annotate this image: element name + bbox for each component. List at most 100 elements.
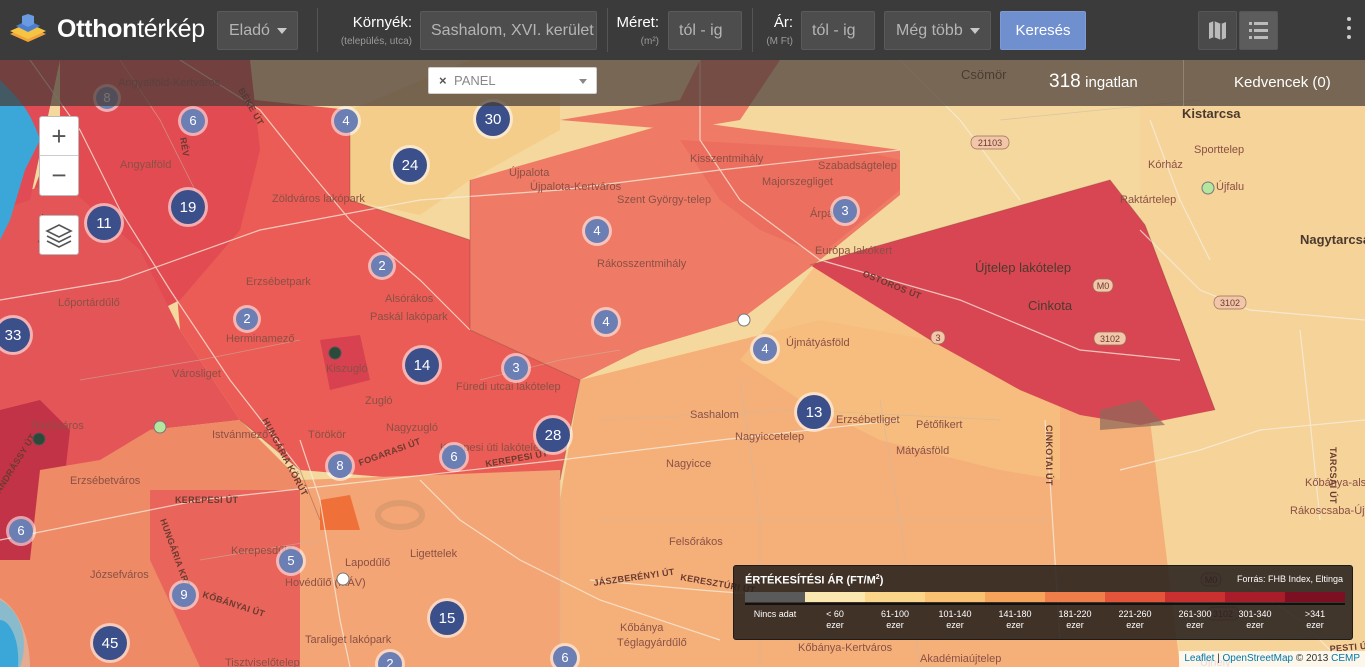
cluster-count: 2 xyxy=(386,656,393,667)
price-sublabel: (M Ft) xyxy=(766,36,793,47)
place-label: Nagyicce xyxy=(666,458,711,470)
marker-pin[interactable] xyxy=(32,432,46,446)
place-label: Újpalota-Kertváros xyxy=(530,180,622,193)
road-number: M0 xyxy=(1097,281,1110,291)
legend-label-range: 221-260 xyxy=(1118,609,1152,619)
listing-cluster[interactable]: 24 xyxy=(390,145,430,185)
place-label: Istvánmező xyxy=(212,429,268,441)
favorites-link[interactable]: Kedvencek (0) xyxy=(1234,74,1331,91)
cluster-count: 3 xyxy=(841,203,848,218)
price-legend: ÉRTÉKESÍTÉSI ÁR (FT/M2) Forrás: FHB Inde… xyxy=(733,565,1353,640)
place-label: Újtelep lakótelep xyxy=(975,260,1071,275)
place-label: Kistarcsa xyxy=(1182,106,1241,121)
menu-kebab-icon[interactable] xyxy=(1344,17,1354,45)
listing-cluster[interactable]: 14 xyxy=(402,345,442,385)
price-input[interactable] xyxy=(801,11,875,50)
place-label: Füredi utcai lakótelep xyxy=(456,381,561,393)
legend-swatch xyxy=(1225,592,1285,602)
listing-cluster[interactable]: 28 xyxy=(533,415,573,455)
place-label: Erzsébetliget xyxy=(836,414,900,426)
listing-cluster[interactable]: 2 xyxy=(233,305,261,333)
map-view-button[interactable] xyxy=(1198,11,1237,50)
listing-cluster[interactable]: 15 xyxy=(427,598,467,638)
layers-button[interactable] xyxy=(39,215,79,255)
filter-tag-label: PANEL xyxy=(454,73,496,88)
listing-cluster[interactable]: 3 xyxy=(830,196,860,226)
place-label: Európa lakókert xyxy=(815,245,892,257)
attribution-year: © 2013 xyxy=(1295,653,1329,664)
remove-tag-icon[interactable]: × xyxy=(439,68,447,93)
marker-pin[interactable] xyxy=(737,313,751,327)
legend-label-range: 141-180 xyxy=(998,609,1032,619)
layers-icon xyxy=(45,224,73,248)
more-filters-label: Még több xyxy=(896,22,963,39)
place-label: Herminamező xyxy=(226,333,294,345)
listing-cluster[interactable]: 6 xyxy=(439,442,469,472)
place-label: Városliget xyxy=(172,368,221,380)
list-view-button[interactable] xyxy=(1239,11,1278,50)
result-count-number: 318 xyxy=(1049,71,1081,92)
place-label: Törökör xyxy=(308,429,346,441)
marker-pin[interactable] xyxy=(1201,181,1215,195)
legend-label-unit: ezer xyxy=(886,620,904,630)
zoom-in-button[interactable]: + xyxy=(40,117,78,156)
listing-cluster[interactable]: 13 xyxy=(794,392,834,432)
legend-labels: Nincs adat < 60 ezer 61-100 ezer 101-140 ezer 1… xyxy=(745,609,1345,631)
listing-cluster[interactable]: 4 xyxy=(331,106,361,136)
place-label: Cinkota xyxy=(1028,298,1073,313)
listing-cluster[interactable]: 11 xyxy=(84,203,124,243)
size-sublabel: (m²) xyxy=(640,36,659,47)
legend-label-range: 101-140 xyxy=(938,609,972,619)
price-label: Ár: xyxy=(773,14,793,31)
place-label: Majorszegliget xyxy=(762,176,833,188)
size-input[interactable] xyxy=(668,11,742,50)
listing-cluster[interactable]: 4 xyxy=(582,216,612,246)
brand-name[interactable]: Otthontérkép xyxy=(57,15,205,44)
property-type-filter[interactable]: × PANEL xyxy=(428,67,597,94)
listing-cluster[interactable]: 19 xyxy=(168,187,208,227)
listing-cluster[interactable]: 9 xyxy=(169,580,199,610)
more-filters-select[interactable]: Még több xyxy=(884,11,991,50)
result-count: 318 ingatlan xyxy=(1049,71,1138,93)
place-label: Angyalföld xyxy=(120,159,171,171)
cluster-count: 45 xyxy=(102,635,119,652)
road-number-shield: 3102 xyxy=(1093,331,1127,346)
legend-swatch xyxy=(805,592,865,602)
cluster-count: 24 xyxy=(402,157,419,174)
osm-link[interactable]: OpenStreetMap xyxy=(1223,653,1294,664)
listing-cluster[interactable]: 6 xyxy=(6,516,36,546)
road-number-shield: 3 xyxy=(930,330,946,345)
search-button[interactable]: Keresés xyxy=(1000,11,1086,50)
legend-label-range: < 60 xyxy=(826,609,844,619)
listing-cluster[interactable]: 4 xyxy=(750,334,780,364)
legend-source: Forrás: FHB Index, Eltinga xyxy=(1236,574,1343,584)
place-label: Lőportárdűlő xyxy=(58,297,120,309)
listing-cluster[interactable]: 2 xyxy=(368,252,396,280)
legend-label-range: Nincs adat xyxy=(753,609,797,619)
legend-label: 61-100 ezer xyxy=(865,609,925,631)
legend-label: 301-340 ezer xyxy=(1225,609,1285,631)
marker-pin[interactable] xyxy=(328,346,342,360)
listing-cluster[interactable]: 4 xyxy=(591,307,621,337)
cluster-count: 4 xyxy=(761,341,768,356)
cemp-link[interactable]: CEMP xyxy=(1331,653,1360,664)
legend-label-unit: ezer xyxy=(1066,620,1084,630)
location-input[interactable] xyxy=(420,11,597,50)
listing-cluster[interactable]: 45 xyxy=(90,623,130,663)
marker-pin[interactable] xyxy=(336,572,350,586)
road-label: CINKOTAI ÚT xyxy=(1044,425,1055,486)
place-label: Hovédűlő (MÁV) xyxy=(285,576,366,589)
legend-label-range: 301-340 xyxy=(1238,609,1272,619)
place-label: Téglagyárdűlő xyxy=(617,637,687,649)
listing-type-select[interactable]: Eladó xyxy=(217,11,298,50)
road-number-shield: 3102 xyxy=(1213,295,1247,310)
marker-pin[interactable] xyxy=(153,420,167,434)
listing-cluster[interactable]: 3 xyxy=(501,353,531,383)
leaflet-link[interactable]: Leaflet xyxy=(1184,653,1214,664)
listing-cluster[interactable]: 5 xyxy=(276,546,306,576)
zoom-out-button[interactable]: − xyxy=(40,156,78,195)
listing-cluster[interactable]: 6 xyxy=(178,106,208,136)
listing-cluster[interactable]: 8 xyxy=(325,451,355,481)
place-label: Zugló xyxy=(365,395,393,407)
place-label: Sporttelep xyxy=(1194,144,1244,156)
